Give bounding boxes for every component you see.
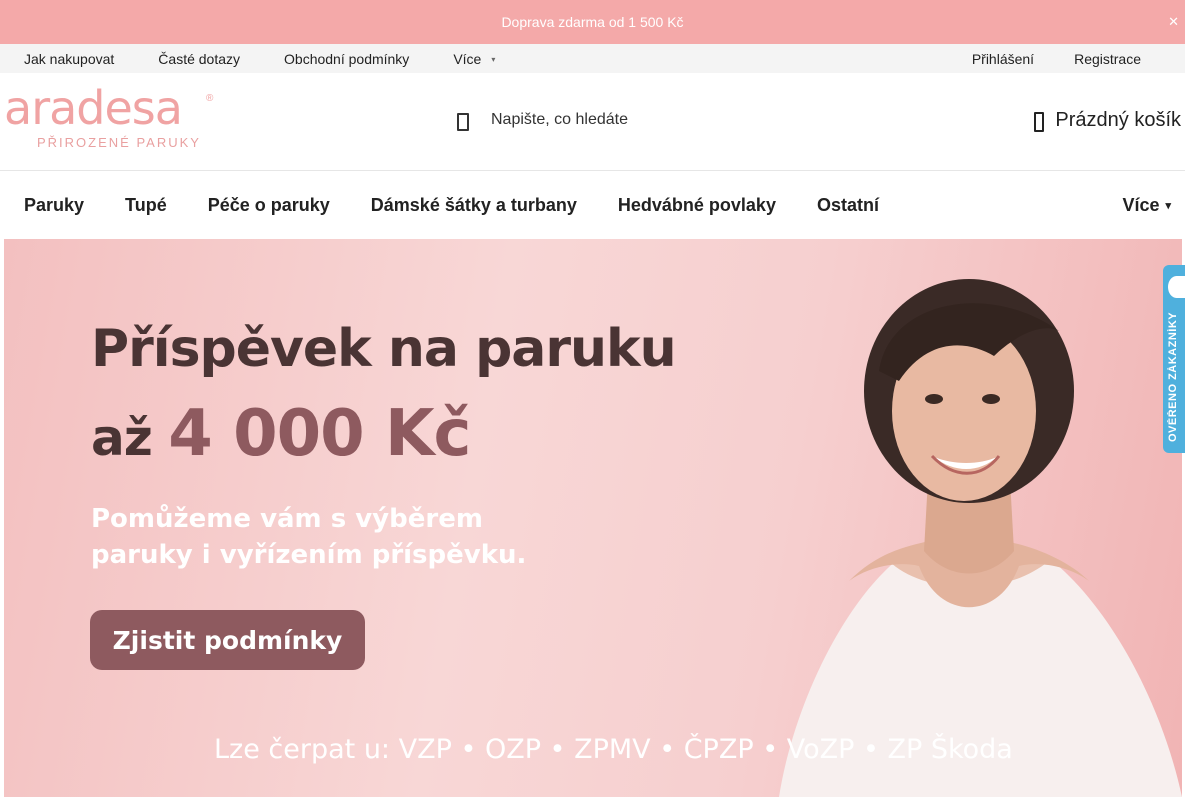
utility-link-faq[interactable]: Časté dotazy: [158, 51, 240, 67]
utility-links: Jak nakupovat Časté dotazy Obchodní podm…: [24, 44, 539, 73]
utility-bar: Jak nakupovat Časté dotazy Obchodní podm…: [0, 44, 1185, 73]
nav-item-tupe[interactable]: Tupé: [125, 195, 167, 216]
hero-cta-button[interactable]: Zjistit podmínky: [90, 610, 365, 670]
hero-title: Příspěvek na paruku: [91, 319, 677, 379]
verified-badge[interactable]: OVĚŘENO ZÁKAZNÍKY: [1163, 265, 1185, 453]
hero-insurers-text: Lze čerpat u: VZP • OZP • ZPMV • ČPZP • …: [214, 734, 1013, 765]
cart-label: Prázdný košík: [1055, 108, 1181, 131]
chevron-down-icon: ▾: [491, 55, 496, 64]
announcement-text: Doprava zdarma od 1 500 Kč: [501, 14, 684, 30]
verified-badge-label: OVĚŘENO ZÁKAZNÍKY: [1167, 311, 1179, 442]
utility-link-how-to-buy[interactable]: Jak nakupovat: [24, 51, 114, 67]
hero-subtitle-line-1: Pomůžeme vám s výběrem: [91, 504, 483, 534]
hero-subtitle: Pomůžeme vám s výběrem paruky i vyřízení…: [91, 501, 611, 573]
logo-wordmark: aradesa: [4, 81, 183, 135]
nav-item-pece[interactable]: Péče o paruky: [208, 195, 330, 216]
logo-registered-mark: ®: [206, 93, 214, 104]
search-placeholder: Napište, co hledáte: [491, 111, 628, 128]
hero-banner[interactable]: Příspěvek na paruku až 4 000 Kč Pomůžeme…: [4, 239, 1182, 797]
utility-more-menu[interactable]: Více ▾: [453, 51, 495, 67]
cart-button[interactable]: Prázdný košík: [1031, 107, 1181, 133]
close-icon[interactable]: ✕: [1168, 14, 1179, 30]
hero-woman-photo: [779, 279, 1182, 797]
search-box[interactable]: Napište, co hledáte: [455, 107, 628, 133]
verified-seal-icon: [1168, 276, 1185, 298]
nav-item-satky[interactable]: Dámské šátky a turbany: [371, 195, 577, 216]
nav-more-label: Více: [1122, 194, 1160, 215]
nav-item-povlaky[interactable]: Hedvábné povlaky: [618, 195, 776, 216]
main-navigation: Paruky Tupé Péče o paruky Dámské šátky a…: [0, 171, 1185, 239]
register-link[interactable]: Registrace: [1074, 51, 1141, 67]
announcement-bar: Doprava zdarma od 1 500 Kč ✕: [0, 0, 1185, 44]
cart-icon: [1031, 110, 1045, 132]
utility-more-label: Více: [453, 50, 482, 67]
logo-tagline: PŘIROZENÉ PARUKY: [37, 135, 201, 150]
hero-subtitle-line-2: paruky i vyřízením příspěvku.: [91, 540, 527, 570]
login-link[interactable]: Přihlášení: [972, 51, 1034, 67]
utility-link-terms[interactable]: Obchodní podmínky: [284, 51, 409, 67]
nav-more-menu[interactable]: Více ▾: [1122, 171, 1171, 239]
nav-item-ostatni[interactable]: Ostatní: [817, 195, 879, 216]
site-header: aradesa ® PŘIROZENÉ PARUKY Napište, co h…: [0, 73, 1185, 171]
account-links: Přihlášení Registrace: [932, 44, 1141, 73]
chevron-down-icon: ▾: [1165, 199, 1171, 212]
brand-logo[interactable]: aradesa ® PŘIROZENÉ PARUKY: [4, 83, 224, 153]
hero-amount-value: 4 000 Kč: [168, 397, 471, 471]
nav-item-paruky[interactable]: Paruky: [24, 195, 84, 216]
hero-amount-prefix: až: [91, 409, 169, 467]
search-icon: [455, 110, 473, 131]
hero-amount: až 4 000 Kč: [91, 397, 471, 473]
